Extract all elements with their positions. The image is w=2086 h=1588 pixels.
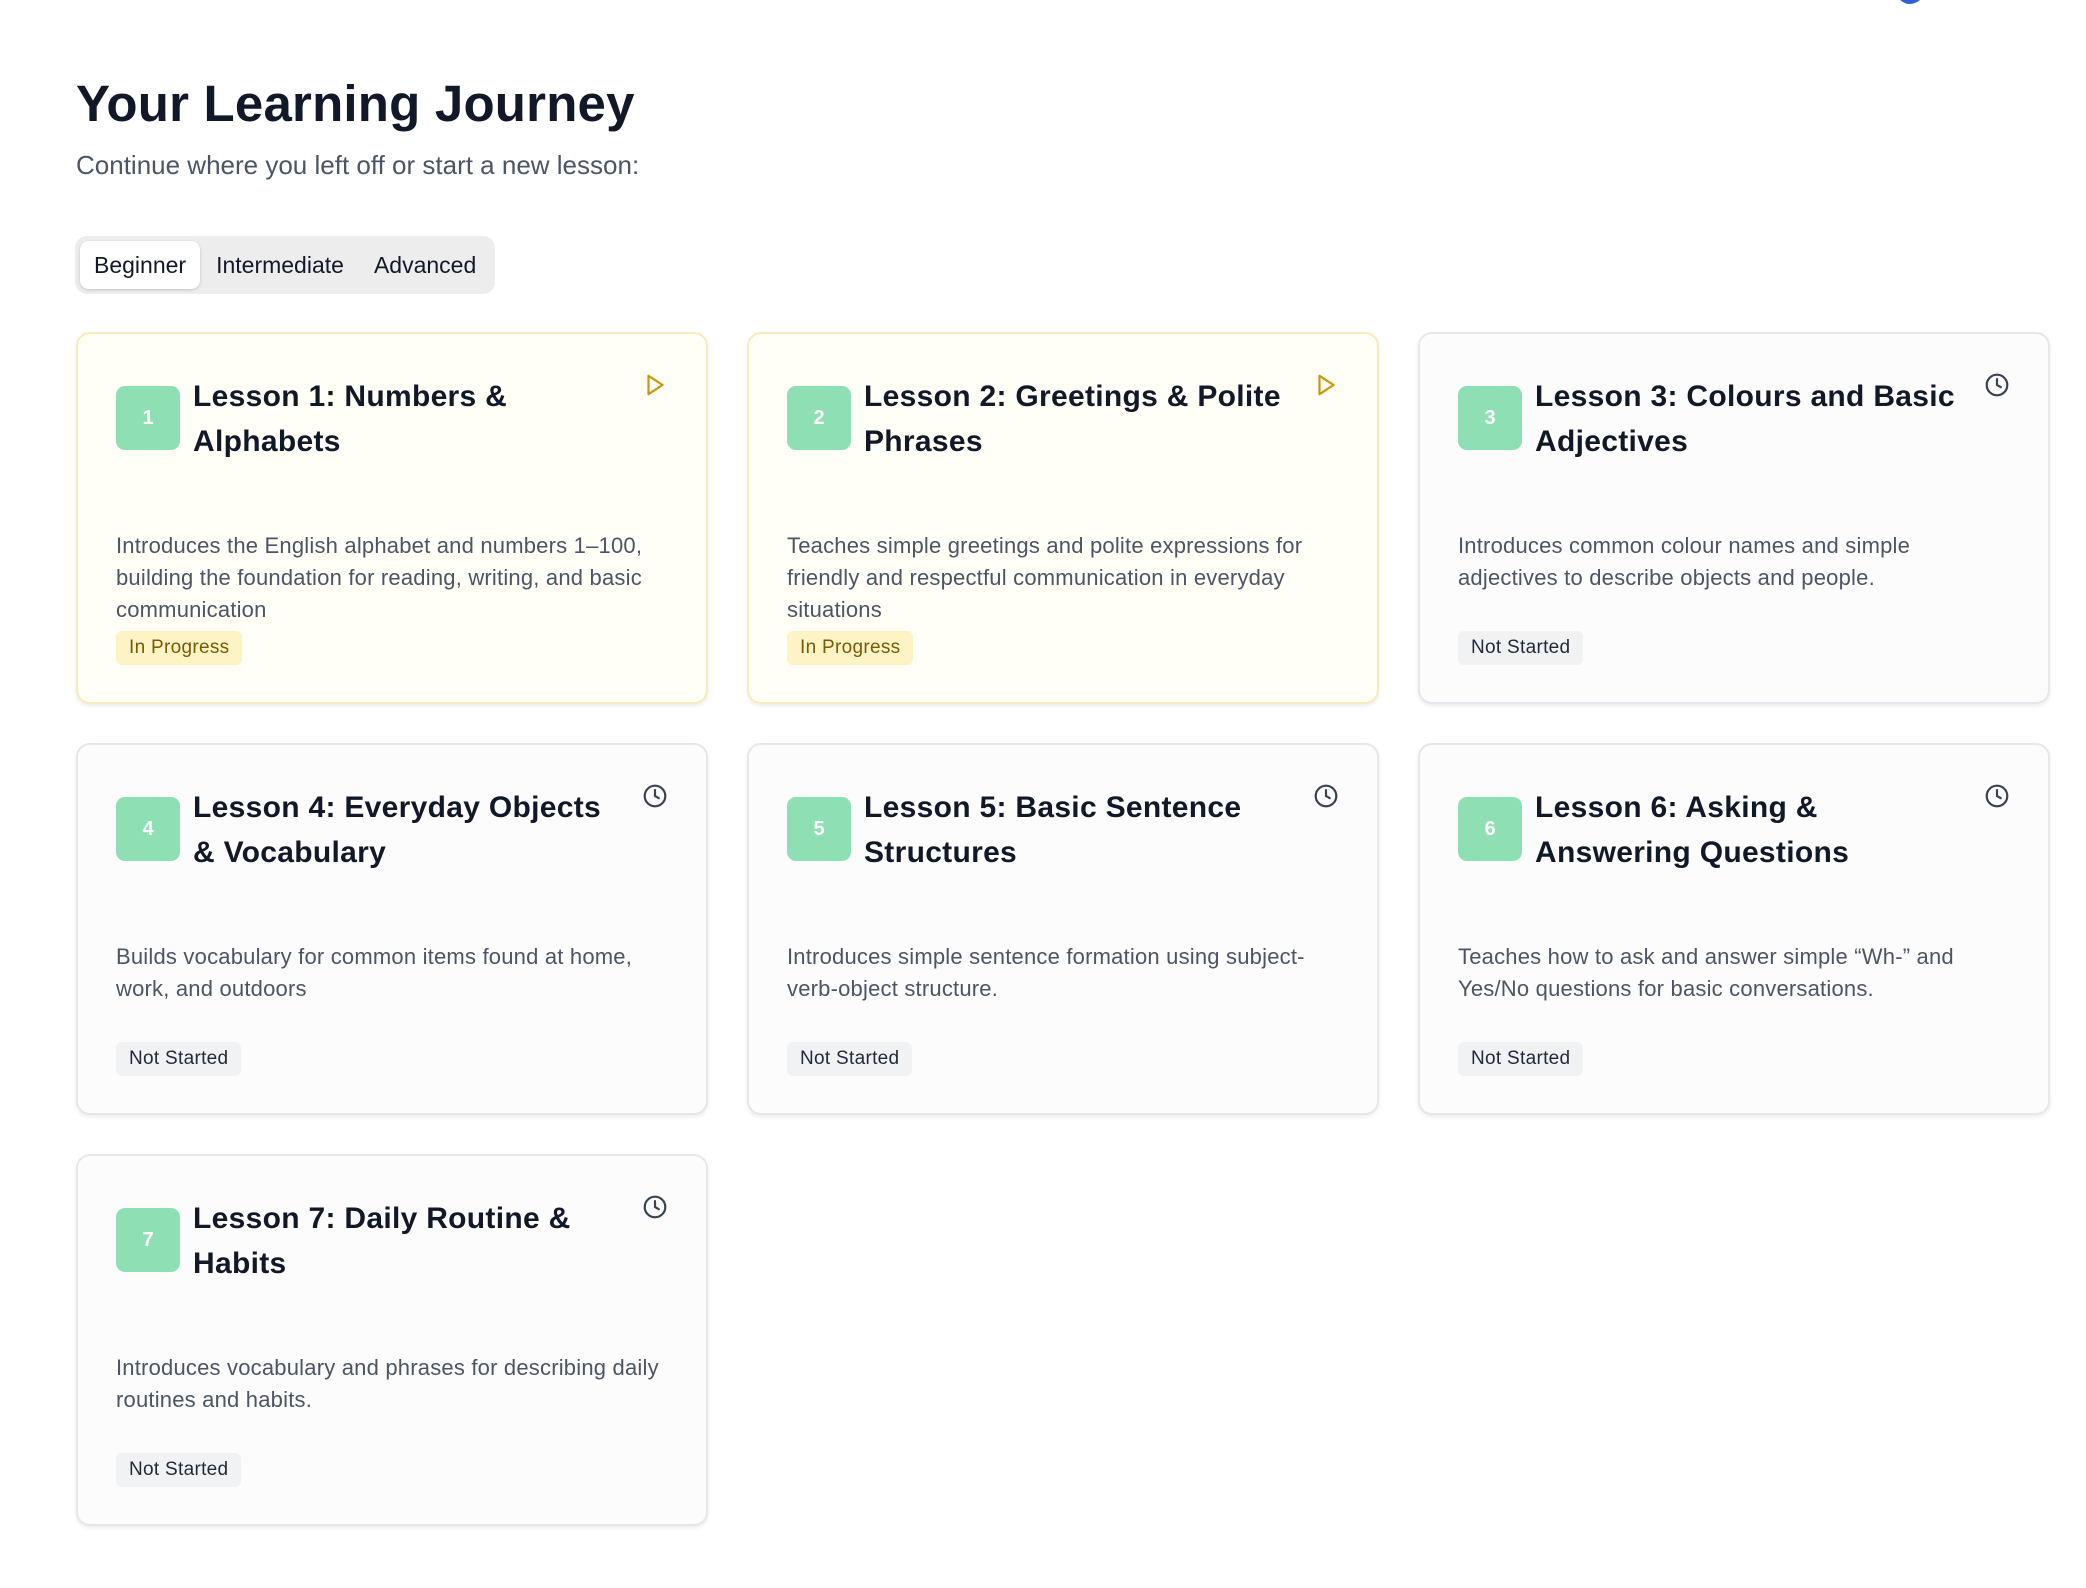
- lesson-grid: 1 Lesson 1: Numbers & Alphabets Introduc…: [76, 332, 2050, 1526]
- clock-icon: [1985, 373, 2009, 397]
- lesson-card-2[interactable]: 2 Lesson 2: Greetings & Polite Phrases T…: [747, 332, 1379, 704]
- lesson-title: Lesson 3: Colours and Basic Adjectives: [1535, 380, 1955, 458]
- status-badge: In Progress: [787, 631, 914, 665]
- tab-advanced[interactable]: Advanced: [360, 241, 490, 289]
- lesson-title: Lesson 4: Everyday Objects & Vocabulary: [193, 791, 601, 869]
- lesson-card-4[interactable]: 4 Lesson 4: Everyday Objects & Vocabular…: [76, 743, 708, 1115]
- clock-icon: [1985, 784, 2009, 808]
- clock-icon: [643, 1195, 667, 1219]
- tab-beginner[interactable]: Beginner: [80, 241, 201, 289]
- page-title: Your Learning Journey: [76, 75, 635, 132]
- lesson-card-3[interactable]: 3 Lesson 3: Colours and Basic Adjectives…: [1418, 332, 2050, 704]
- lesson-description: Introduces common colour names and simpl…: [1458, 533, 1911, 590]
- lesson-number-badge: 4: [116, 797, 180, 861]
- lesson-number-badge: 1: [116, 386, 180, 450]
- lesson-number-badge: 6: [1458, 797, 1522, 861]
- status-badge: Not Started: [116, 1042, 242, 1076]
- status-badge: In Progress: [116, 631, 243, 665]
- lesson-description: Introduces the English alphabet and numb…: [116, 533, 643, 622]
- lesson-title: Lesson 2: Greetings & Polite Phrases: [864, 380, 1281, 458]
- status-badge: Not Started: [1458, 631, 1584, 665]
- lesson-description: Teaches simple greetings and polite expr…: [787, 533, 1303, 622]
- play-icon[interactable]: [642, 372, 668, 398]
- lesson-description: Introduces simple sentence formation usi…: [787, 944, 1305, 1001]
- clock-icon: [1314, 784, 1338, 808]
- lesson-card-6[interactable]: 6 Lesson 6: Asking & Answering Questions…: [1418, 743, 2050, 1115]
- lesson-description: Introduces vocabulary and phrases for de…: [116, 1355, 659, 1412]
- page: Your Learning Journey Continue where you…: [0, 0, 2086, 1588]
- avatar[interactable]: [1896, 0, 1924, 4]
- lesson-card-7[interactable]: 7 Lesson 7: Daily Routine & Habits Intro…: [76, 1154, 708, 1526]
- lesson-description: Builds vocabulary for common items found…: [116, 944, 633, 1001]
- tab-intermediate[interactable]: Intermediate: [202, 241, 358, 289]
- lesson-card-1[interactable]: 1 Lesson 1: Numbers & Alphabets Introduc…: [76, 332, 708, 704]
- status-badge: Not Started: [787, 1042, 913, 1076]
- lesson-title: Lesson 5: Basic Sentence Structures: [864, 791, 1242, 869]
- lesson-number-badge: 3: [1458, 386, 1522, 450]
- lesson-title: Lesson 6: Asking & Answering Questions: [1535, 791, 1850, 869]
- status-badge: Not Started: [1458, 1042, 1584, 1076]
- play-icon[interactable]: [1313, 372, 1339, 398]
- page-subtitle: Continue where you left off or start a n…: [76, 150, 640, 180]
- level-tabs: Beginner Intermediate Advanced: [75, 236, 496, 294]
- lesson-title: Lesson 7: Daily Routine & Habits: [193, 1202, 571, 1280]
- clock-icon: [643, 784, 667, 808]
- lesson-number-badge: 7: [116, 1208, 180, 1272]
- status-badge: Not Started: [116, 1453, 242, 1487]
- lesson-description: Teaches how to ask and answer simple “Wh…: [1458, 944, 1954, 1001]
- lesson-number-badge: 5: [787, 797, 851, 861]
- lesson-card-5[interactable]: 5 Lesson 5: Basic Sentence Structures In…: [747, 743, 1379, 1115]
- lesson-number-badge: 2: [787, 386, 851, 450]
- lesson-title: Lesson 1: Numbers & Alphabets: [193, 380, 508, 458]
